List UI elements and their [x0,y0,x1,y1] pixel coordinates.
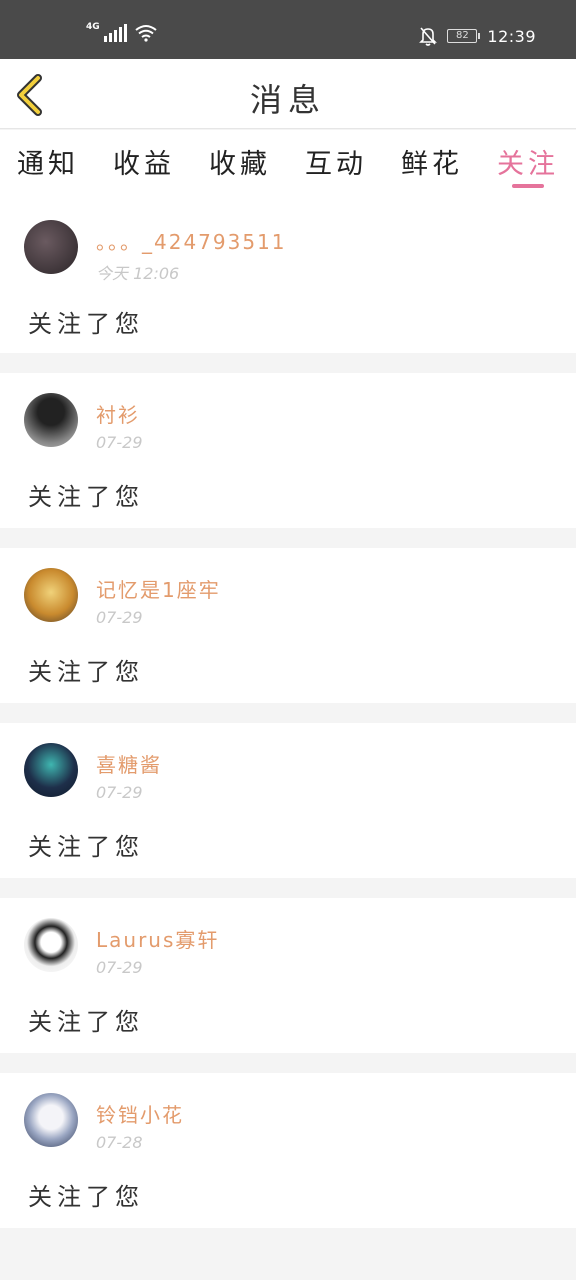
clock: 12:39 [487,26,536,46]
tab-favorites[interactable]: 收藏 [192,130,288,200]
user-name[interactable]: 喜糖酱 [96,749,162,778]
list-item[interactable]: 。。。_424793511 今天 12:06 关注了您 [0,200,576,353]
wifi-icon [135,25,157,42]
timestamp: 07-29 [96,433,143,452]
timestamp: 07-29 [96,958,143,977]
message-text: 关注了您 [28,1183,144,1211]
avatar[interactable] [24,918,78,972]
avatar[interactable] [24,220,78,274]
user-name[interactable]: 铃铛小花 [96,1099,184,1128]
list-item[interactable]: 记忆是1座牢 07-29 关注了您 [0,548,576,703]
user-name[interactable]: 衬衫 [96,399,140,428]
message-text: 关注了您 [28,658,144,686]
network-status: 4G [86,22,157,42]
avatar[interactable] [24,393,78,447]
tab-bar: 通知 收益 收藏 互动 鲜花 关注 [0,130,576,200]
follow-list: 。。。_424793511 今天 12:06 关注了您 衬衫 07-29 关注了… [0,200,576,1248]
timestamp: 07-29 [96,608,143,627]
list-item[interactable]: 喜糖酱 07-29 关注了您 [0,723,576,878]
signal-icon [103,24,127,42]
system-status: 82 12:39 [419,26,536,46]
page-title: 消息 [249,81,326,119]
timestamp: 07-28 [96,1133,143,1152]
tab-flowers[interactable]: 鲜花 [384,130,480,200]
tab-earnings[interactable]: 收益 [96,130,192,200]
user-name[interactable]: 记忆是1座牢 [96,574,221,603]
status-bar: 4G 82 12:39 [0,0,576,59]
list-item[interactable]: 铃铛小花 07-28 关注了您 [0,1073,576,1228]
avatar[interactable] [24,743,78,797]
avatar[interactable] [24,1093,78,1147]
timestamp: 今天 12:06 [96,264,180,283]
message-text: 关注了您 [28,1008,144,1036]
nav-header: 消息 [0,59,576,129]
message-text: 关注了您 [28,483,144,511]
bell-off-icon [419,27,438,46]
message-text: 关注了您 [28,310,144,338]
battery-icon: 82 [447,29,481,43]
tab-follows[interactable]: 关注 [480,130,576,200]
list-item[interactable]: 衬衫 07-29 关注了您 [0,373,576,528]
avatar[interactable] [24,568,78,622]
tab-notifications[interactable]: 通知 [0,130,96,200]
list-item[interactable]: Laurus寡轩 07-29 关注了您 [0,898,576,1053]
network-type: 4G [86,22,100,32]
message-text: 关注了您 [28,833,144,861]
tab-interactions[interactable]: 互动 [288,130,384,200]
timestamp: 07-29 [96,783,143,802]
user-name[interactable]: 。。。_424793511 [96,226,287,255]
user-name[interactable]: Laurus寡轩 [96,924,219,953]
